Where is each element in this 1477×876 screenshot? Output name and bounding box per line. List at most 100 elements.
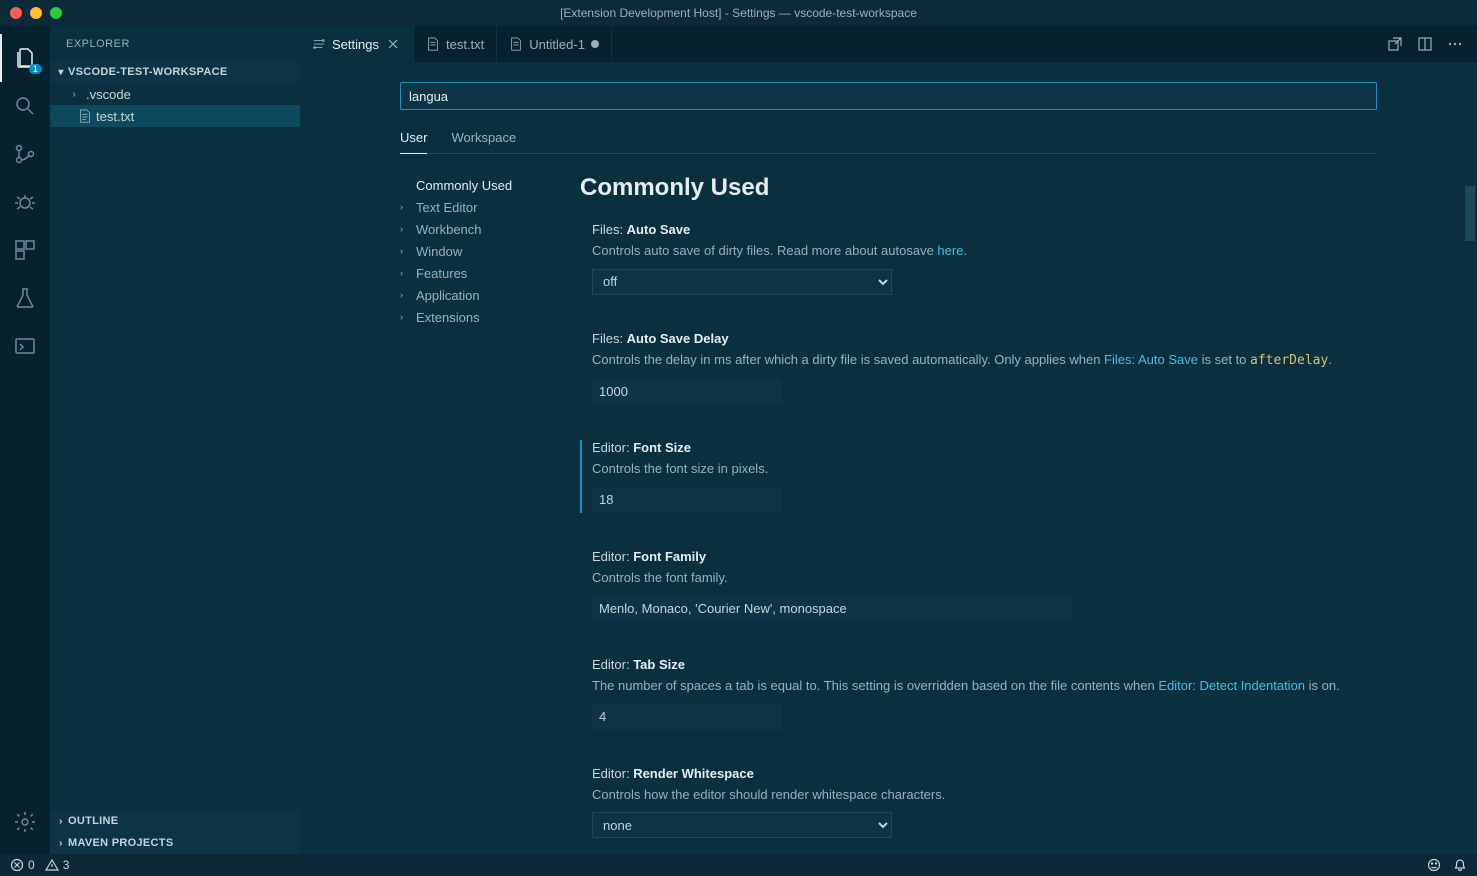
file-icon [509,37,523,51]
explorer-badge: 1 [29,64,42,74]
sidebar-maven-header[interactable]: › MAVEN PROJECTS [50,832,300,854]
more-icon [1447,36,1463,52]
error-count: 0 [28,858,35,872]
activity-output[interactable] [0,322,50,370]
setting-tab-size: Editor: Tab Size The number of spaces a … [580,657,1340,730]
close-icon [387,38,399,50]
autosave-select[interactable]: off [592,269,892,295]
setting-render-whitespace: Editor: Render Whitespace Controls how t… [580,766,1340,839]
split-icon [1417,36,1433,52]
autosave-setting-link[interactable]: Files: Auto Save [1104,352,1198,367]
activity-settings[interactable] [0,798,50,846]
scope-tab-workspace[interactable]: Workspace [451,130,516,153]
toc-window[interactable]: ›Window [400,240,560,262]
setting-font-size: Editor: Font Size Controls the font size… [580,440,1340,513]
setting-description: Controls auto save of dirty files. Read … [592,241,1340,261]
bug-icon [13,190,37,214]
chevron-down-icon: ▾ [54,67,68,78]
activity-extensions[interactable] [0,226,50,274]
toc-text-editor[interactable]: ›Text Editor [400,196,560,218]
section-heading: Commonly Used [580,174,1340,202]
tree-item-label: .vscode [86,87,131,102]
settings-search-input[interactable] [400,82,1377,110]
warning-count: 3 [63,858,70,872]
tree-file-test[interactable]: test.txt [50,105,300,127]
chevron-right-icon: › [400,202,412,212]
setting-description: The number of spaces a tab is equal to. … [592,676,1340,696]
output-icon [13,334,37,358]
settings-toc: Commonly Used ›Text Editor ›Workbench ›W… [400,174,560,854]
activity-explorer[interactable]: 1 [0,34,50,82]
tab-untitled[interactable]: Untitled-1 [497,26,612,62]
tab-label: Untitled-1 [529,37,585,52]
setting-description: Controls how the editor should render wh… [592,785,1340,805]
notifications-button[interactable] [1453,858,1467,872]
file-icon [426,37,440,51]
problems-status[interactable]: 0 3 [10,858,69,872]
outline-label: OUTLINE [68,815,118,827]
beaker-icon [13,286,37,310]
tab-size-input[interactable] [592,704,782,730]
toc-application[interactable]: ›Application [400,284,560,306]
chevron-right-icon: › [400,246,412,256]
activity-bar: 1 [0,26,50,854]
scope-tab-user[interactable]: User [400,130,427,154]
smiley-icon [1427,858,1441,872]
toc-features[interactable]: ›Features [400,262,560,284]
setting-autosave: Files: Auto Save Controls auto save of d… [580,222,1340,295]
source-control-icon [13,142,37,166]
setting-description: Controls the delay in ms after which a d… [592,350,1340,371]
warning-icon [45,858,59,872]
setting-font-family: Editor: Font Family Controls the font fa… [580,549,1340,622]
statusbar: 0 3 [0,854,1477,876]
split-editor-button[interactable] [1415,34,1435,54]
settings-tab-icon [312,37,326,51]
window-minimize-button[interactable] [30,7,42,19]
maven-label: MAVEN PROJECTS [68,837,173,849]
window-maximize-button[interactable] [50,7,62,19]
sidebar-outline-header[interactable]: › OUTLINE [50,810,300,832]
sidebar-title: EXPLORER [50,26,300,61]
autosave-delay-input[interactable] [592,378,782,404]
tabs-bar: Settings test.txt Untitled-1 [300,26,1477,62]
detect-indentation-link[interactable]: Editor: Detect Indentation [1158,678,1305,693]
activity-scm[interactable] [0,130,50,178]
error-icon [10,858,24,872]
tab-close-button[interactable] [385,36,401,52]
file-icon [78,109,92,123]
chevron-right-icon: › [54,838,68,849]
window-close-button[interactable] [10,7,22,19]
activity-search[interactable] [0,82,50,130]
activity-test[interactable] [0,274,50,322]
chevron-right-icon: › [66,89,82,100]
sidebar-workspace-header[interactable]: ▾ VSCODE-TEST-WORKSPACE [50,61,300,83]
settings-editor: User Workspace Commonly Used ›Text Edito… [300,62,1477,854]
autosave-help-link[interactable]: here [937,243,963,258]
search-icon [13,94,37,118]
setting-description: Controls the font size in pixels. [592,459,1340,479]
editor-more-button[interactable] [1445,34,1465,54]
settings-list: Commonly Used Files: Auto Save Controls … [580,174,1340,854]
setting-description: Controls the font family. [592,568,1340,588]
font-size-input[interactable] [592,487,782,513]
chevron-right-icon: › [400,290,412,300]
toc-commonly-used[interactable]: Commonly Used [400,174,560,196]
toc-workbench[interactable]: ›Workbench [400,218,560,240]
chevron-right-icon: › [400,312,412,322]
render-whitespace-select[interactable]: none [592,812,892,838]
tree-folder-vscode[interactable]: › .vscode [50,83,300,105]
activity-debug[interactable] [0,178,50,226]
tab-test-txt[interactable]: test.txt [414,26,497,62]
open-external-icon [1387,36,1403,52]
scrollbar-thumb[interactable] [1465,186,1475,241]
feedback-button[interactable] [1427,858,1441,872]
editor-area: Settings test.txt Untitled-1 [300,26,1477,854]
chevron-right-icon: › [400,268,412,278]
toc-extensions[interactable]: ›Extensions [400,306,560,328]
font-family-input[interactable] [592,595,1072,621]
setting-autosave-delay: Files: Auto Save Delay Controls the dela… [580,331,1340,405]
open-changes-button[interactable] [1385,34,1405,54]
dirty-indicator-icon [591,40,599,48]
tab-settings[interactable]: Settings [300,26,414,62]
chevron-right-icon: › [54,816,68,827]
